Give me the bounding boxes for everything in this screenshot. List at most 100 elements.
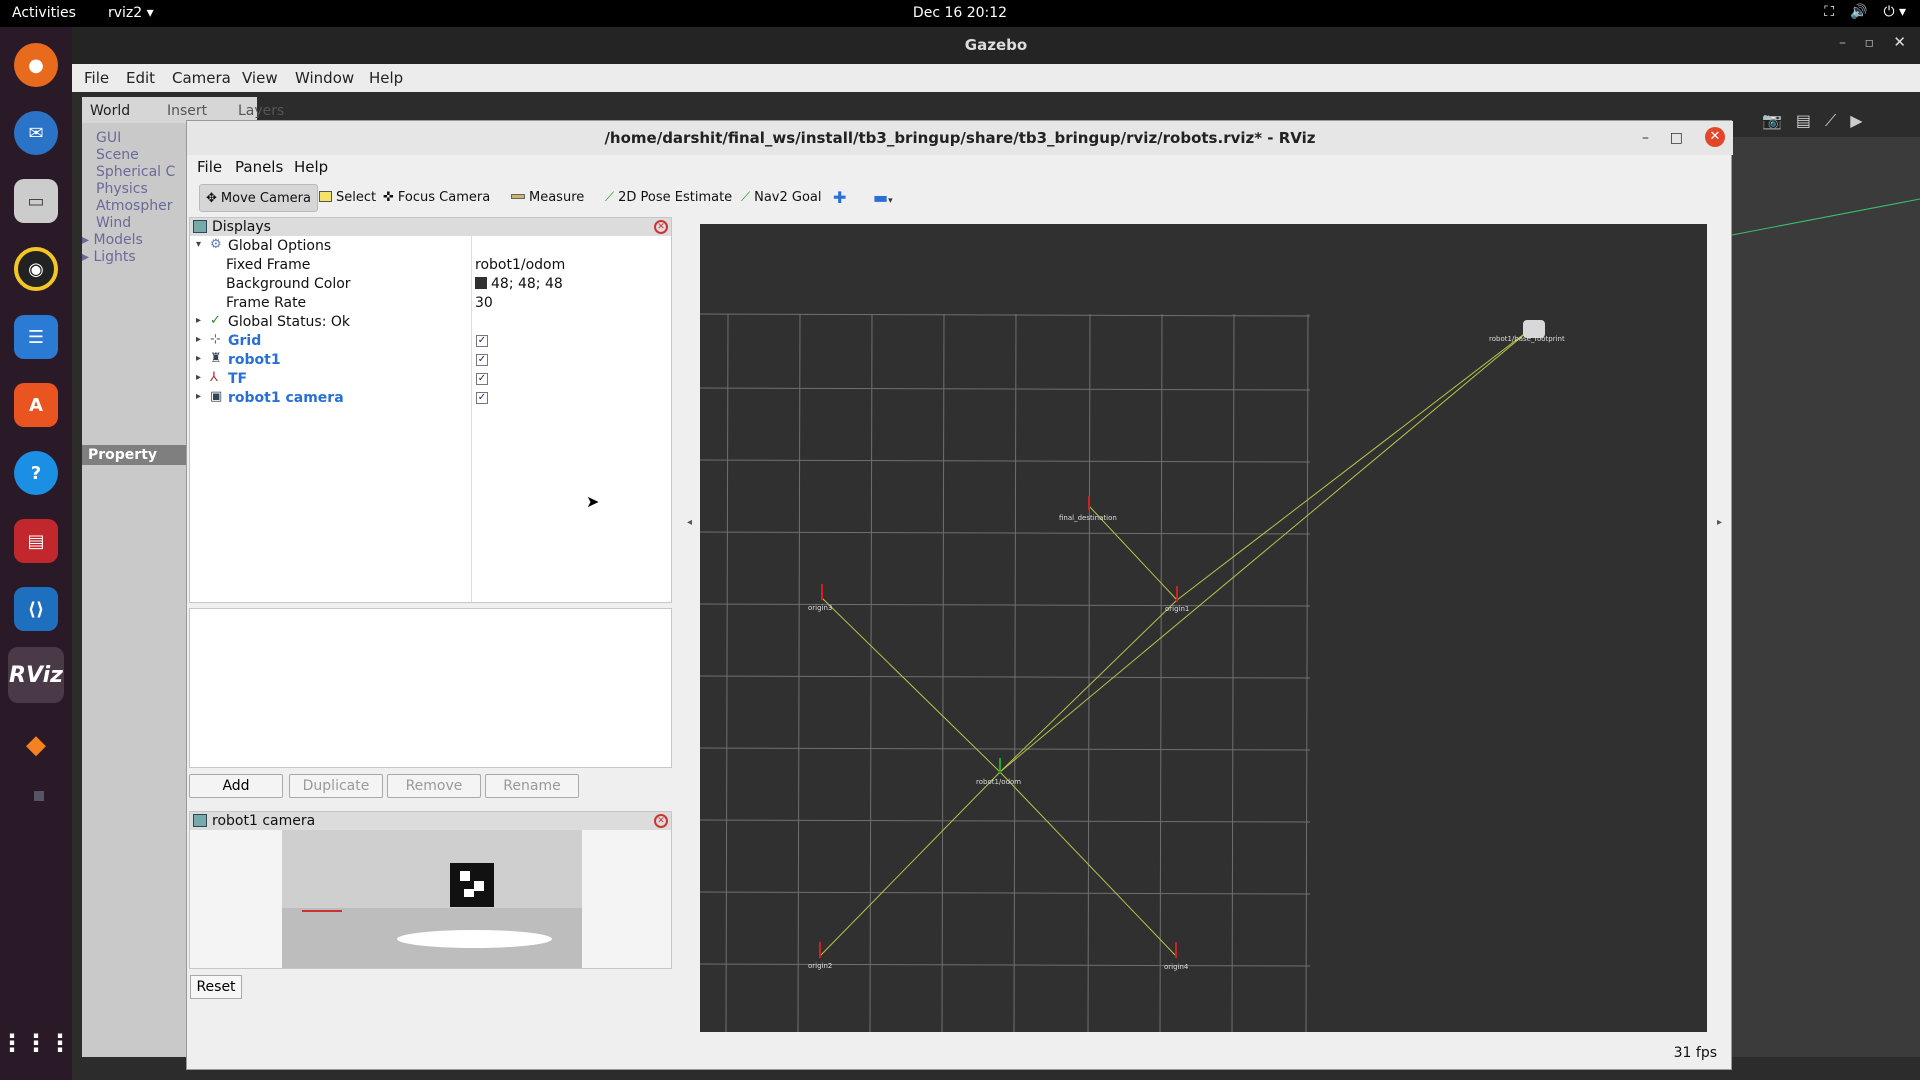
rviz-icon[interactable]: RViz [8,647,64,703]
display-row-frame-rate[interactable]: Frame Rate 30 [190,294,671,313]
expand-arrow-icon[interactable]: ▸ [196,315,201,326]
rviz-close-button[interactable]: ✕ [1705,127,1725,147]
thunderbird-icon[interactable]: ✉ [8,105,64,161]
add-button[interactable]: Add [189,774,283,798]
vscode-icon[interactable]: ⟨⟩ [8,581,64,637]
tree-item-physics[interactable]: Physics [96,181,175,198]
tree-item-lights[interactable]: ▸ Lights [82,249,175,266]
camera-panel-close-icon[interactable]: ✕ [654,814,668,828]
gazebo-menubar: File Edit Camera View Window Help [72,64,1920,92]
gazebo-maximize-button[interactable]: ▫ [1865,35,1875,51]
gazebo-scene-view[interactable] [1731,137,1920,1057]
aruco-marker [450,863,494,907]
tf-checkbox[interactable]: ✓ [476,373,488,385]
display-row-fixed-frame[interactable]: Fixed Frame robot1/odom [190,256,671,275]
add-tool-button[interactable]: ✚ [827,184,852,212]
display-row-robot1[interactable]: ▸ ♜ robot1 ✓ [190,351,671,370]
tree-item-atmosphere[interactable]: Atmospher [96,198,175,215]
grid-checkbox[interactable]: ✓ [476,335,488,347]
tree-item-scene[interactable]: Scene [96,147,175,164]
rv-menu-file[interactable]: File [197,158,222,176]
render-viewport[interactable]: robot1/base_footprint final_destination … [700,224,1707,1032]
remove-button[interactable]: Remove [387,774,481,798]
system-tray[interactable]: ⛶ 🔊 ⏻ ▾ [1824,4,1906,20]
background-color-value[interactable]: 48; 48; 48 [475,276,563,292]
display-row-global-options[interactable]: ▾ ⚙ Global Options [190,237,671,256]
grid-line [1159,313,1163,1032]
screenshot-icon[interactable]: 📷 [1762,111,1782,131]
focus-camera-tool[interactable]: ✜ Focus Camera [377,184,496,212]
expand-arrow-icon[interactable]: ▸ [196,334,201,345]
expand-arrow-icon[interactable]: ▸ [196,353,201,364]
grid-line [1013,313,1017,1032]
collapse-right-icon[interactable]: ▸ [1717,517,1722,528]
nav2-goal-tool[interactable]: ⟋ Nav2 Goal [735,184,828,212]
display-row-background-color[interactable]: Background Color 48; 48; 48 [190,275,671,294]
grid-line [700,819,1311,823]
record-icon[interactable]: ▶ [1850,111,1862,131]
display-row-robot1-camera[interactable]: ▸ ▣ robot1 camera ✓ [190,389,671,408]
frame-rate-value[interactable]: 30 [475,295,493,311]
rv-menu-help[interactable]: Help [294,158,328,176]
gz-menu-camera[interactable]: Camera [172,69,231,87]
app-menu[interactable]: rviz2 ▾ [108,5,154,21]
reset-button[interactable]: Reset [190,975,242,999]
background-color-label: Background Color [226,276,351,292]
gz-menu-file[interactable]: File [84,69,109,87]
collapse-left-icon[interactable]: ◂ [687,517,692,528]
tree-item-models-label: Models [93,232,143,248]
tree-item-models[interactable]: ▸ Models [82,232,175,249]
move-camera-tool[interactable]: ✥ Move Camera [199,184,318,212]
tab-layers[interactable]: Layers [238,103,284,119]
display-row-tf[interactable]: ▸ ⅄ TF ✓ [190,370,671,389]
display-row-global-status[interactable]: ▸ ✓ Global Status: Ok [190,313,671,332]
pose-estimate-label: 2D Pose Estimate [618,190,733,205]
gz-menu-help[interactable]: Help [369,69,403,87]
log-icon[interactable]: ▤ [1796,111,1811,131]
gz-menu-view[interactable]: View [242,69,278,87]
expand-arrow-icon[interactable]: ▸ [196,372,201,383]
rhythmbox-icon[interactable]: ◉ [8,241,64,297]
terminal-icon[interactable]: ▤ [8,513,64,569]
activities-button[interactable]: Activities [12,5,76,21]
remove-tool-button[interactable]: ▬▾ [867,184,899,212]
robot1-checkbox[interactable]: ✓ [476,354,488,366]
robot1-camera-checkbox[interactable]: ✓ [476,392,488,404]
fixed-frame-value[interactable]: robot1/odom [475,257,565,273]
rviz-maximize-button[interactable]: □ [1670,130,1683,146]
display-row-grid[interactable]: ▸ ⊹ Grid ✓ [190,332,671,351]
select-label: Select [336,190,377,205]
tree-item-gui[interactable]: GUI [96,130,175,147]
help-icon[interactable]: ? [8,445,64,501]
tree-item-wind[interactable]: Wind [96,215,175,232]
select-tool[interactable]: Select [313,184,382,212]
world-tree: GUI Scene Spherical C Physics Atmospher … [82,130,175,266]
rename-button[interactable]: Rename [485,774,579,798]
pose-estimate-tool[interactable]: ⟋ 2D Pose Estimate [599,184,738,212]
measure-tool[interactable]: Measure [505,184,590,212]
gazebo-icon[interactable]: ◆ [8,717,64,773]
clock: Dec 16 20:12 [912,5,1008,21]
collapse-arrow-icon[interactable]: ▾ [196,239,201,250]
tree-item-spherical[interactable]: Spherical C [96,164,175,181]
app-center-icon[interactable]: A [8,377,64,433]
show-apps-icon[interactable]: ⋮⋮⋮ [0,1015,72,1071]
tf-scene: robot1/base_footprint final_destination … [700,313,1565,1032]
tab-world[interactable]: World [90,103,130,119]
rviz-minimize-button[interactable]: – [1642,130,1649,146]
grid-line [1231,313,1235,1032]
writer-icon[interactable]: ☰ [8,309,64,365]
gz-menu-window[interactable]: Window [295,69,354,87]
expand-arrow-icon[interactable]: ▸ [196,391,201,402]
tab-insert[interactable]: Insert [167,103,207,119]
plot-icon[interactable]: ⟋ [1825,111,1836,131]
displays-close-icon[interactable]: ✕ [654,220,668,234]
gz-menu-edit[interactable]: Edit [126,69,155,87]
gazebo-title: Gazebo [72,27,1920,64]
firefox-icon[interactable]: ● [8,37,64,93]
duplicate-button[interactable]: Duplicate [289,774,383,798]
files-icon[interactable]: ▭ [8,173,64,229]
gazebo-minimize-button[interactable]: – [1839,35,1846,51]
rv-menu-panels[interactable]: Panels [235,158,283,176]
gazebo-close-button[interactable]: ✕ [1893,33,1906,51]
